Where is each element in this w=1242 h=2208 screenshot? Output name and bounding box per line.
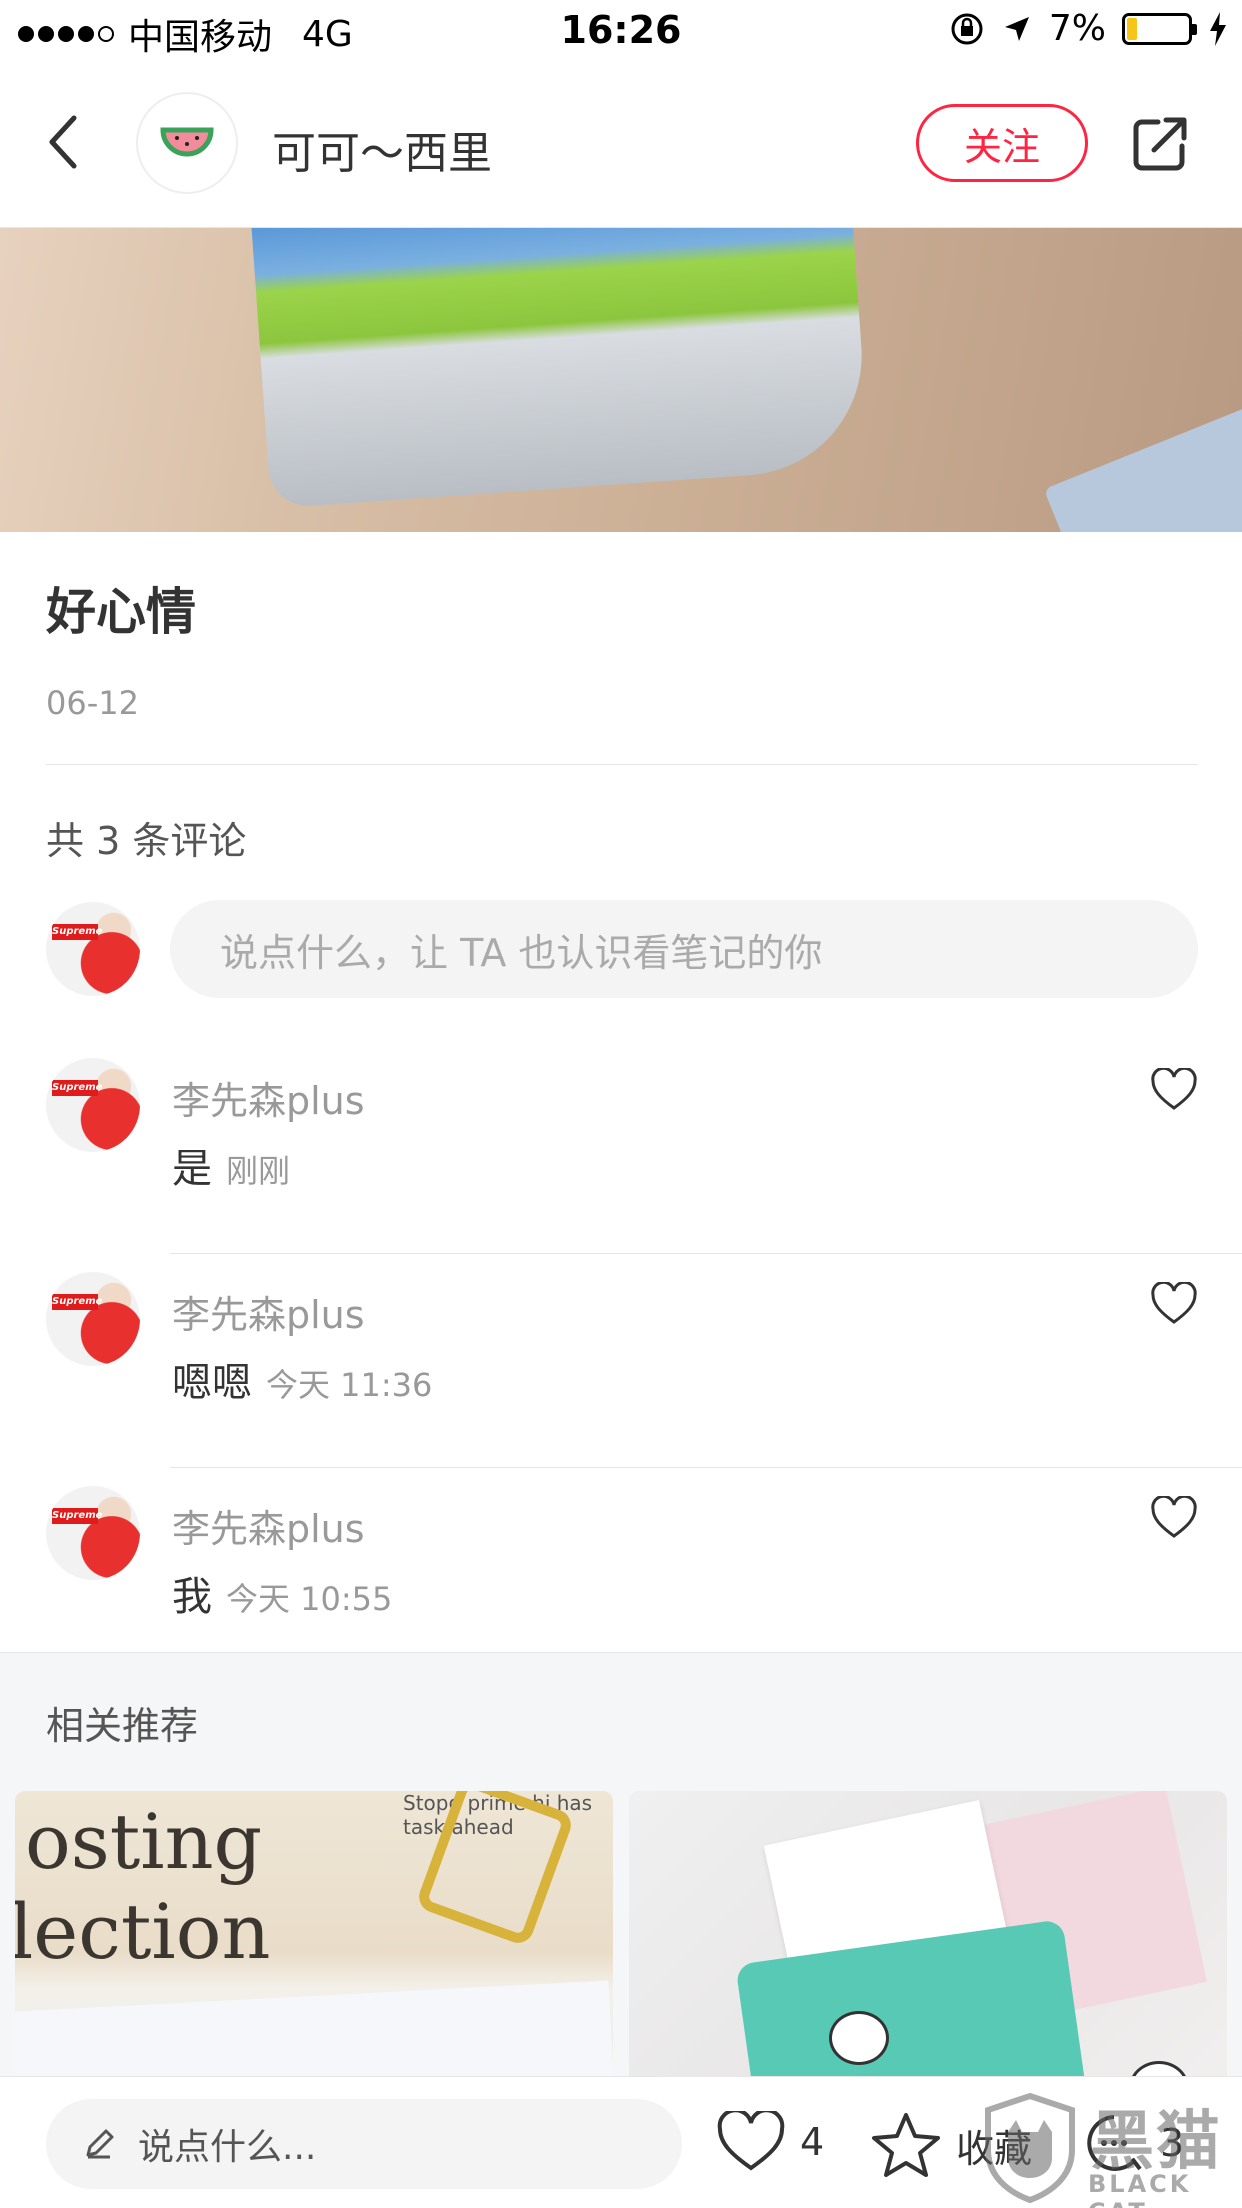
product-package-shape	[250, 228, 870, 509]
commenter-name[interactable]: 李先森plus	[172, 1498, 365, 1553]
like-heart-icon[interactable]	[1150, 1068, 1198, 1112]
commenter-avatar[interactable]: Supreme	[46, 1058, 140, 1152]
comment-time: 今天 11:36	[266, 1366, 433, 1404]
comment-time: 今天 10:55	[226, 1580, 393, 1618]
pencil-icon	[86, 2129, 114, 2159]
comment-time: 刚刚	[226, 1152, 291, 1190]
comment-body[interactable]: 是 刚刚	[172, 1136, 290, 1194]
status-right: 7%	[949, 8, 1228, 49]
commenter-name[interactable]: 李先森plus	[172, 1284, 365, 1339]
battery-icon	[1122, 12, 1197, 45]
battery-label: 7%	[1048, 8, 1106, 49]
panda-icon	[829, 2011, 889, 2065]
star-icon	[872, 2113, 940, 2177]
orientation-lock-icon	[951, 13, 983, 44]
like-count: 4	[800, 2120, 825, 2164]
card-image-text: osting	[25, 1797, 263, 1886]
comment-text: 我	[172, 1574, 212, 1620]
charging-icon	[1210, 11, 1226, 46]
share-icon[interactable]	[1130, 114, 1190, 174]
comment-item: Supreme 李先森plus 嗯嗯 今天 11:36	[0, 1254, 1242, 1468]
like-button[interactable]: 4	[716, 2111, 824, 2173]
comment-item: Supreme 李先森plus 是 刚刚	[0, 1040, 1242, 1254]
comment-item: Supreme 李先森plus 我 今天 10:55	[0, 1468, 1242, 1652]
watermark-en: BLACK CAT	[1088, 2170, 1192, 2208]
follow-button[interactable]: 关注	[916, 104, 1088, 182]
post-title: 好心情	[46, 583, 196, 641]
comment-body[interactable]: 嗯嗯 今天 11:36	[172, 1350, 432, 1408]
post-image[interactable]	[0, 228, 1242, 532]
my-avatar: Supreme	[46, 902, 140, 996]
comment-body[interactable]: 我 今天 10:55	[172, 1564, 392, 1622]
card-image-text: lection	[15, 1887, 271, 1976]
author-name[interactable]: 可可～西里	[272, 117, 492, 181]
nav-bar: 可可～西里 关注	[0, 62, 1242, 228]
back-arrow-icon[interactable]	[40, 112, 90, 172]
comment-input[interactable]: 说点什么，让 TA 也认识看笔记的你	[170, 900, 1198, 998]
card-shape	[1043, 406, 1242, 532]
heart-icon	[717, 2111, 785, 2171]
watermelon-icon	[160, 127, 214, 157]
author-avatar[interactable]	[136, 92, 238, 194]
location-icon	[1004, 16, 1029, 41]
post-date: 06-12	[46, 684, 139, 722]
commenter-avatar[interactable]: Supreme	[46, 1486, 140, 1580]
related-title: 相关推荐	[46, 1704, 199, 1748]
commenter-avatar[interactable]: Supreme	[46, 1272, 140, 1366]
bottom-input-placeholder: 说点什么...	[138, 2127, 317, 2168]
black-cat-watermark: 黑猫 BLACK CAT	[970, 2090, 1242, 2208]
comment-text: 是	[172, 1146, 212, 1192]
comment-text: 嗯嗯	[172, 1360, 252, 1406]
like-heart-icon[interactable]	[1150, 1282, 1198, 1326]
watermark-cn: 黑猫	[1090, 2105, 1222, 2179]
comment-count: 共 3 条评论	[46, 819, 247, 863]
divider	[46, 764, 1198, 765]
like-heart-icon[interactable]	[1150, 1496, 1198, 1540]
bottom-comment-input[interactable]: 说点什么...	[46, 2099, 682, 2189]
cat-shield-icon	[985, 2092, 1075, 2204]
commenter-name[interactable]: 李先森plus	[172, 1070, 365, 1125]
status-bar: 中国移动 4G 16:26 7%	[0, 0, 1242, 62]
